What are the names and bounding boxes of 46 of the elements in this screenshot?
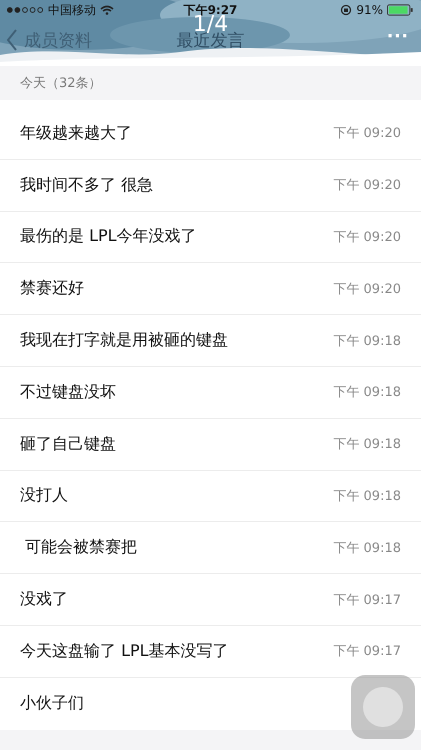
message-time: 下午 09:17 (333, 592, 401, 609)
message-row[interactable]: 没戏了 下午 09:17 (0, 574, 421, 626)
message-time: 下午 09:18 (333, 540, 401, 557)
message-text: 没戏了 (20, 589, 68, 610)
message-time: 下午 09:20 (333, 125, 401, 142)
message-row[interactable]: 不过键盘没坏 下午 09:18 (0, 366, 421, 419)
message-time: 下午 09:20 (333, 280, 401, 298)
battery-percent: 91% (356, 3, 383, 17)
message-text: 可能会被禁赛把 (24, 537, 138, 558)
message-time: 下午 09:18 (333, 384, 401, 402)
message-row[interactable]: 可能会被禁赛把 下午 09:18 (0, 522, 421, 574)
message-time: 下午 09:18 (333, 488, 401, 505)
message-row[interactable]: 禁赛还好 下午 09:20 (0, 263, 421, 316)
message-row[interactable]: 我时间不多了 很急 下午 09:20 (0, 160, 421, 212)
message-text: 禁赛还好 (20, 278, 84, 300)
message-row[interactable]: 最伤的是 LPL今年没戏了 下午 09:20 (0, 212, 421, 264)
wifi-icon (100, 5, 114, 15)
message-text: 小伙子们 (20, 693, 84, 714)
rotation-lock-icon (340, 4, 352, 16)
assistive-touch-button[interactable] (351, 675, 415, 739)
message-text: 我现在打字就是用被砸的键盘 (20, 330, 228, 352)
message-text: 年级越来越大了 (20, 122, 132, 144)
section-header: 今天（32条） (0, 66, 421, 100)
message-time: 下午 09:18 (333, 332, 401, 350)
page-title: 最近发言 (176, 30, 244, 52)
message-row[interactable]: 年级越来越大了 下午 09:20 (0, 108, 421, 160)
back-chevron-icon (6, 29, 18, 51)
message-time: 下午 09:18 (333, 436, 401, 454)
message-time: 下午 09:17 (333, 643, 401, 660)
message-row[interactable]: 没打人 下午 09:18 (0, 470, 421, 522)
message-row[interactable]: 今天这盘输了 LPL基本没写了 下午 09:17 (0, 626, 421, 678)
carrier-name: 中国移动 (48, 2, 96, 18)
message-text: 我时间不多了 很急 (20, 174, 154, 196)
message-text: 砸了自己键盘 (20, 434, 116, 455)
message-row[interactable]: 砸了自己键盘 下午 09:18 (0, 418, 421, 471)
message-text: 没打人 (20, 485, 68, 506)
message-text: 今天这盘输了 LPL基本没写了 (20, 640, 229, 662)
clock-time: 下午9:27 (184, 2, 238, 16)
message-row[interactable]: 我现在打字就是用被砸的键盘 下午 09:18 (0, 315, 421, 367)
message-text: 不过键盘没坏 (20, 382, 116, 403)
message-time: 下午 09:20 (333, 228, 401, 246)
signal-icon (6, 6, 44, 14)
message-time: 下午 09:20 (333, 177, 401, 194)
message-text: 最伤的是 LPL今年没戏了 (20, 226, 197, 248)
message-row[interactable]: 小伙子们 (0, 678, 421, 730)
battery-icon (386, 4, 415, 16)
